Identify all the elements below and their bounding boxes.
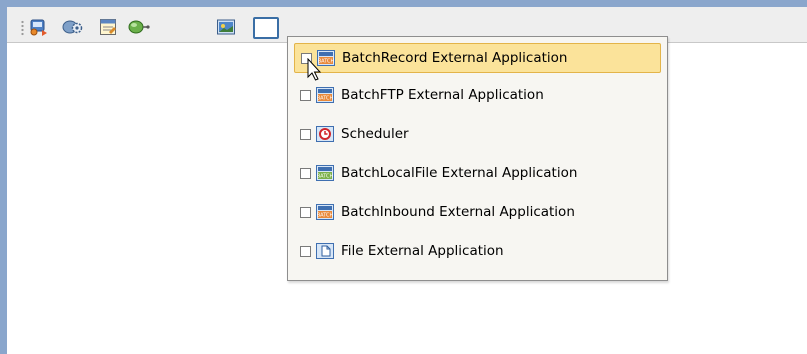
window-frame-top — [0, 0, 807, 7]
menu-item-label: BatchLocalFile External Application — [341, 165, 578, 181]
table-icon — [100, 19, 116, 35]
checkbox[interactable] — [300, 245, 311, 257]
scheduler-icon — [316, 126, 334, 142]
svg-text:BATCH: BATCH — [317, 174, 334, 180]
menu-item-label: BatchFTP External Application — [341, 87, 544, 103]
menu-item-batchinbound[interactable]: BATCH BatchInbound External Application — [294, 197, 661, 227]
toolbar-button-connector[interactable] — [127, 16, 151, 38]
checkbox[interactable] — [300, 128, 311, 140]
menu-item-batchlocalfile[interactable]: BATCH BatchLocalFile External Applicatio… — [294, 158, 661, 188]
batch-icon: BATCH — [316, 165, 334, 181]
mouse-cursor-icon — [307, 58, 322, 81]
toolbar-button-image[interactable] — [214, 16, 238, 38]
svg-text:BATCH: BATCH — [317, 213, 334, 219]
menu-item-scheduler[interactable]: Scheduler — [294, 119, 661, 149]
external-application-menu: BATCH BatchRecord External Application B… — [287, 36, 668, 281]
toolbar-button-window[interactable] — [253, 17, 279, 39]
menu-item-label: BatchRecord External Application — [342, 50, 568, 66]
menu-item-file[interactable]: File External Application — [294, 236, 661, 266]
checkbox[interactable] — [300, 206, 311, 218]
window-frame-left — [0, 7, 7, 354]
toolbar-button-table[interactable] — [96, 16, 120, 38]
toolbar-grip[interactable] — [20, 20, 25, 36]
batch-icon: BATCH — [316, 204, 334, 220]
connector-icon — [128, 20, 150, 34]
menu-item-label: Scheduler — [341, 126, 409, 142]
batch-icon: BATCH — [316, 87, 334, 103]
checkbox[interactable] — [300, 89, 311, 101]
menu-item-batchftp[interactable]: BATCH BatchFTP External Application — [294, 80, 661, 110]
gear-service-icon — [62, 20, 83, 34]
menu-item-label: BatchInbound External Application — [341, 204, 575, 220]
window-icon — [258, 21, 274, 35]
image-icon — [217, 19, 235, 35]
toolbar-button-component[interactable] — [27, 16, 51, 38]
component-icon — [30, 19, 47, 36]
checkbox[interactable] — [300, 167, 311, 179]
toolbar-button-service[interactable] — [61, 16, 85, 38]
menu-item-label: File External Application — [341, 243, 504, 259]
menu-item-batchrecord[interactable]: BATCH BatchRecord External Application — [294, 43, 661, 73]
file-icon — [316, 243, 334, 259]
svg-text:BATCH: BATCH — [317, 96, 334, 102]
